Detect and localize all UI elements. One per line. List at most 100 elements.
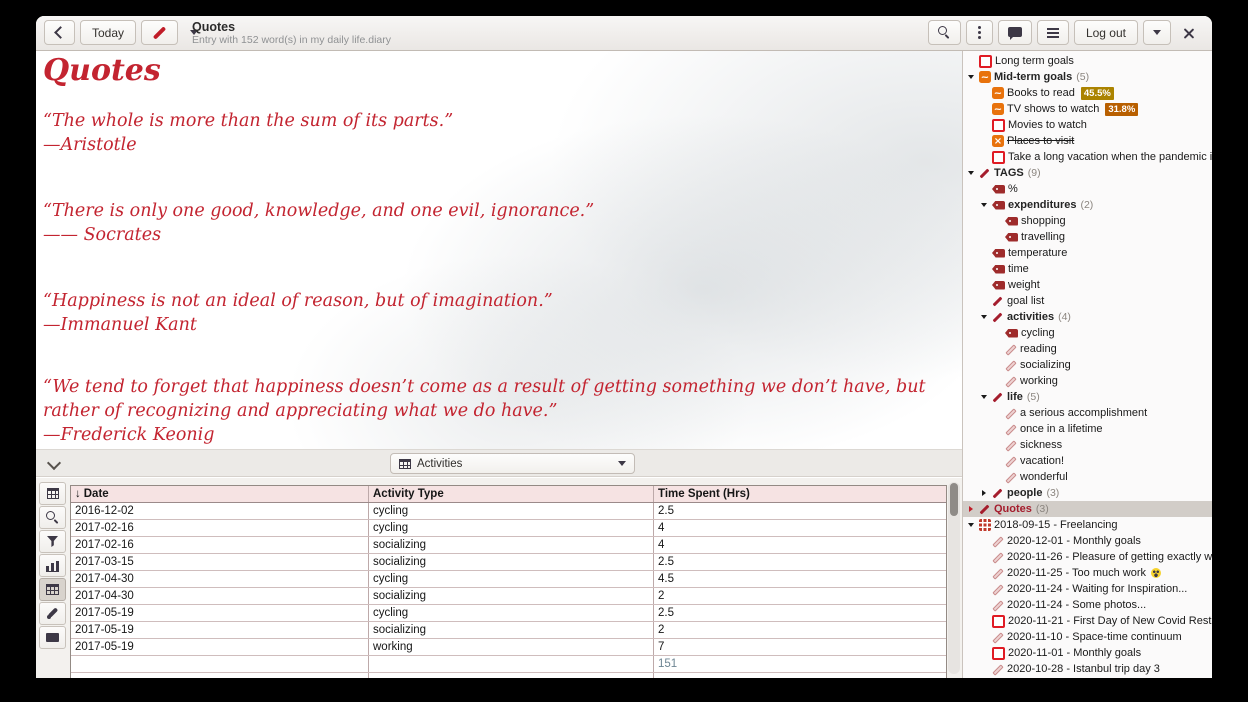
tree-item[interactable]: Long term goals [963, 53, 1212, 69]
table-row[interactable]: 2017-05-19socializing2 [71, 622, 946, 639]
view-table-button[interactable] [39, 578, 66, 601]
view-statistics-button[interactable] [39, 554, 66, 577]
collapse-panel-button[interactable] [42, 454, 66, 474]
expander-open-icon[interactable] [965, 165, 976, 181]
tree-item[interactable]: weight [963, 277, 1212, 293]
tree-item[interactable]: expenditures(2) [963, 197, 1212, 213]
tree-item-label: time [1008, 263, 1029, 275]
view-filter-button[interactable] [39, 530, 66, 553]
tree-item[interactable]: % [963, 181, 1212, 197]
expander-closed-icon[interactable] [965, 501, 976, 517]
logout-menu-button[interactable] [1143, 20, 1171, 45]
tree-item[interactable]: activities(4) [963, 309, 1212, 325]
tree-item[interactable]: Take a long vacation when the pandemic i… [963, 149, 1212, 165]
tree-item[interactable]: working [963, 373, 1212, 389]
expander-spacer [991, 213, 1002, 229]
view-calendar-button[interactable] [39, 482, 66, 505]
tree-item[interactable]: TAGS(9) [963, 165, 1212, 181]
edit-entry-button[interactable] [141, 20, 178, 45]
search-button[interactable] [928, 20, 961, 45]
tree-item[interactable]: 2020-11-10 - Space-time continuum [963, 629, 1212, 645]
journal-icon [979, 519, 991, 531]
quote-text: “Happiness is not an ideal of reason, bu… [43, 289, 954, 313]
view-panel-button[interactable] [39, 626, 66, 649]
table-row[interactable]: 2017-05-19cycling2.5 [71, 605, 946, 622]
tree-item[interactable]: 2020-11-21 - First Day of New Covid Rest… [963, 613, 1212, 629]
tree-item[interactable]: time [963, 261, 1212, 277]
tag-icon [992, 249, 1005, 258]
expander-spacer [978, 565, 989, 581]
expander-spacer [978, 597, 989, 613]
tree-item[interactable]: once in a lifetime [963, 421, 1212, 437]
table-row[interactable]: 2017-03-15socializing2.5 [71, 554, 946, 571]
table-scrollbar[interactable] [948, 482, 960, 674]
tree-item[interactable]: 2018-09-15 - Freelancing [963, 517, 1212, 533]
tree-item[interactable]: 2020-11-24 - Waiting for Inspiration... [963, 581, 1212, 597]
view-draw-button[interactable] [39, 602, 66, 625]
table-header-cell[interactable]: Time Spent (Hrs) [654, 486, 946, 502]
expander-open-icon[interactable] [965, 517, 976, 533]
tree-item[interactable]: Mid-term goals(5) [963, 69, 1212, 85]
tree-item[interactable]: socializing [963, 357, 1212, 373]
tree-item[interactable]: cycling [963, 325, 1212, 341]
tree-item[interactable]: 2020-11-01 - Monthly goals [963, 645, 1212, 661]
tree-item[interactable]: a serious accomplishment [963, 405, 1212, 421]
search-icon [938, 26, 951, 39]
table-cell: cycling [369, 503, 654, 519]
table-row[interactable]: 2016-12-02cycling2.5 [71, 503, 946, 520]
logout-button[interactable]: Log out [1074, 20, 1138, 45]
tree-item-label: 2020-11-24 - Some photos... [1007, 599, 1146, 611]
tree-item[interactable]: life(5) [963, 389, 1212, 405]
expander-closed-icon[interactable] [978, 485, 989, 501]
scrollbar-thumb[interactable] [950, 483, 958, 516]
tree-item[interactable]: vacation! [963, 453, 1212, 469]
tree-item[interactable]: people(3) [963, 485, 1212, 501]
tree-item[interactable]: Places to visit [963, 133, 1212, 149]
view-search-button[interactable] [39, 506, 66, 529]
tree-item[interactable]: 2020-12-01 - Monthly goals [963, 533, 1212, 549]
table-row[interactable]: 2017-02-16socializing4 [71, 537, 946, 554]
tree-item[interactable]: shopping [963, 213, 1212, 229]
annotations-button[interactable] [998, 20, 1032, 45]
tree-item[interactable]: Quotes(3) [963, 501, 1212, 517]
tree-item[interactable]: Books to read45.5% [963, 85, 1212, 101]
tree-item[interactable]: TV shows to watch31.8% [963, 101, 1212, 117]
table-row[interactable]: 2017-02-16cycling4 [71, 520, 946, 537]
quote-author: —Frederick Keonig [43, 423, 954, 447]
expander-open-icon[interactable] [965, 69, 976, 85]
tree-item[interactable]: 2020-11-25 - Too much work [963, 565, 1212, 581]
expander-spacer [978, 261, 989, 277]
panel-icon [46, 633, 59, 642]
today-button[interactable]: Today [80, 20, 136, 45]
tree-item[interactable]: 2020-10-28 - Istanbul trip day 3 [963, 661, 1212, 677]
expander-spacer [978, 85, 989, 101]
table-header-cell[interactable]: ↓Date [71, 486, 369, 502]
tree-item-label: activities [1007, 311, 1054, 323]
more-options-button[interactable] [966, 20, 993, 45]
tree-item[interactable]: Movies to watch [963, 117, 1212, 133]
main-menu-button[interactable] [1037, 20, 1069, 45]
expander-spacer [991, 325, 1002, 341]
tree-item[interactable]: 2020-11-24 - Some photos... [963, 597, 1212, 613]
tree-item[interactable]: goal list [963, 293, 1212, 309]
table-header-cell[interactable]: Activity Type [369, 486, 654, 502]
expander-open-icon[interactable] [978, 389, 989, 405]
tree-item[interactable]: sickness [963, 437, 1212, 453]
tree-item[interactable]: wonderful [963, 469, 1212, 485]
pen-light-icon [992, 631, 1004, 643]
back-button[interactable] [44, 20, 75, 45]
pen-icon [992, 391, 1004, 403]
tree-item[interactable]: travelling [963, 229, 1212, 245]
expander-open-icon[interactable] [978, 197, 989, 213]
tag-icon [1005, 217, 1018, 226]
close-button[interactable] [1176, 20, 1202, 45]
view-selector-dropdown[interactable]: Activities [390, 453, 635, 474]
tree-item[interactable]: reading [963, 341, 1212, 357]
tree-item[interactable]: 2020-11-26 - Pleasure of getting exactly… [963, 549, 1212, 565]
tree-item[interactable]: temperature [963, 245, 1212, 261]
expander-open-icon[interactable] [978, 309, 989, 325]
table-row[interactable]: 2017-05-19working7 [71, 639, 946, 656]
quote-text: “We tend to forget that happiness doesn’… [43, 375, 954, 423]
table-row[interactable]: 2017-04-30cycling4.5 [71, 571, 946, 588]
table-row[interactable]: 2017-04-30socializing2 [71, 588, 946, 605]
